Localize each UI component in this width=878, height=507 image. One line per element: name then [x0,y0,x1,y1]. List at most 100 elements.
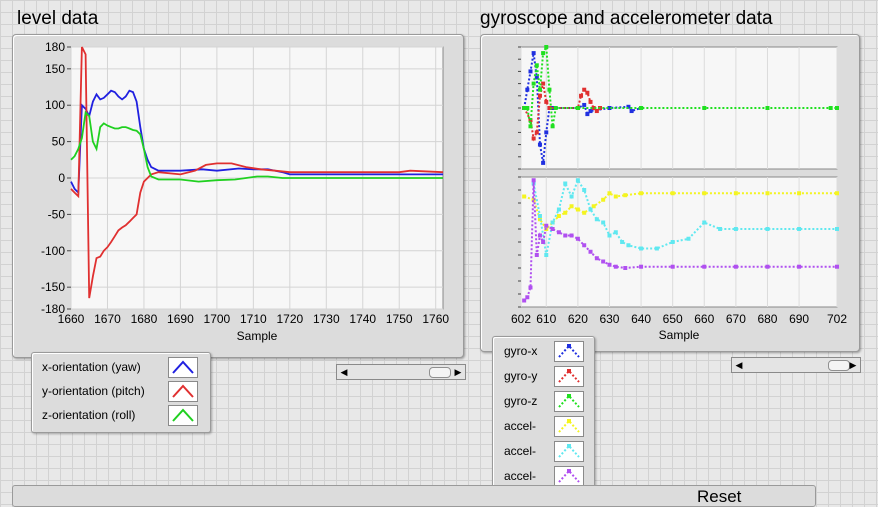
gyro-point [531,81,536,86]
gyro-point [525,106,530,110]
accel-point [765,264,770,269]
reset-label[interactable]: Reset [697,487,741,507]
accel-point [702,264,707,269]
gyro-point [547,87,552,92]
gyro-point [550,124,555,129]
accel-point [582,210,587,215]
gyro-point [534,130,539,135]
accel-point [670,240,675,244]
x-tick-label: 1750 [386,312,413,326]
accel-point [797,264,802,269]
gyro-point [528,124,533,129]
accel-point [550,227,555,231]
x-axis-label: Sample [659,328,700,342]
legend-swatch[interactable] [554,366,584,387]
gyro-point [639,106,644,110]
gyro-point [537,87,542,92]
legend-swatch[interactable] [168,357,198,378]
x-tick-label: 1690 [167,312,194,326]
level-scrollbar[interactable]: ◀ ▶ [336,364,466,380]
gyro-point [534,63,539,68]
legend-swatch[interactable] [554,391,584,412]
x-axis-label: Sample [237,329,278,343]
accel-point [575,207,580,212]
accel-point [588,249,593,254]
accel-point [765,227,770,231]
accel-point [569,233,574,238]
imu-chart: 602 610 620 630 640 650 660 670 680 690 702 Sample [511,43,847,342]
x-tick-label: 1670 [94,312,121,326]
x-tick-label: 660 [694,312,714,326]
gyro-point [553,106,558,110]
legend-swatch[interactable] [554,441,584,462]
legend-swatch[interactable] [168,381,198,402]
accel-point [835,191,839,196]
legend-item: gyro-z [504,394,538,408]
legend-item: y-orientation (pitch) [42,384,145,398]
gyro-point [525,87,530,92]
accel-point [582,243,587,248]
gyro-point [537,142,542,147]
x-tick-label: 650 [663,312,683,326]
accel-point [718,227,723,231]
x-tick-label: 680 [757,312,777,326]
legend-item: z-orientation (roll) [42,408,136,422]
accel-point [569,204,574,209]
scroll-right-arrow-icon[interactable]: ▶ [846,358,860,372]
x-tick-label: 702 [827,312,847,326]
accel-point [534,253,539,257]
legend-swatch[interactable] [554,341,584,362]
x-tick-label: 1710 [240,312,267,326]
x-tick-label: 1700 [204,312,231,326]
x-tick-label: 670 [726,312,746,326]
x-tick-label: 1720 [276,312,303,326]
bottom-panel: Reset [12,485,816,507]
legend-item: accel- [504,444,537,458]
gyro-point [765,106,770,110]
imu-legend: gyro-x gyro-y gyro-z accel-accel-accel- [492,336,595,492]
accel-point [733,264,738,269]
scroll-left-arrow-icon[interactable]: ◀ [337,365,351,379]
y-tick-label: -50 [48,207,66,221]
accel-point [639,191,644,196]
accel-point [594,217,599,222]
accel-point [544,223,549,228]
accel-point [575,178,580,183]
scroll-right-arrow-icon[interactable]: ▶ [451,365,465,379]
gyro-point [828,106,833,110]
accel-point [601,259,606,264]
gyro-point [541,160,546,165]
accel-point [639,264,644,269]
legend-item: x-orientation (yaw) [42,360,141,374]
accel-point [563,233,568,238]
imu-scrollbar[interactable]: ◀ ▶ [731,357,861,373]
scroll-left-arrow-icon[interactable]: ◀ [732,358,746,372]
accel-point [626,243,631,248]
accel-point [607,233,612,238]
accel-point [623,266,628,270]
level-legend: x-orientation (yaw) y-orientation (pitch)… [31,352,211,433]
legend-swatch[interactable] [554,416,584,437]
legend-swatch[interactable] [168,405,198,426]
x-tick-label: 1680 [131,312,158,326]
y-tick-label: 150 [45,62,65,76]
accel-point [563,210,568,215]
legend-item: accel- [504,419,537,433]
gyro-point [544,99,549,104]
legend-item: gyro-y [504,369,538,383]
accel-point [537,214,542,218]
imu-data-title: gyroscope and accelerometer data [480,8,773,29]
accel-point [702,191,707,196]
accel-point [654,246,659,251]
x-tick-label: 610 [536,312,556,326]
gyro-point [541,81,546,86]
accel-point [702,220,707,225]
x-tick-label: 1740 [349,312,376,326]
accel-point [531,178,536,183]
legend-swatch[interactable] [554,466,584,487]
gyro-point [528,69,533,74]
scroll-thumb[interactable] [429,367,451,378]
accel-point [537,233,542,238]
accel-point [686,236,691,241]
accel-point [835,227,839,231]
